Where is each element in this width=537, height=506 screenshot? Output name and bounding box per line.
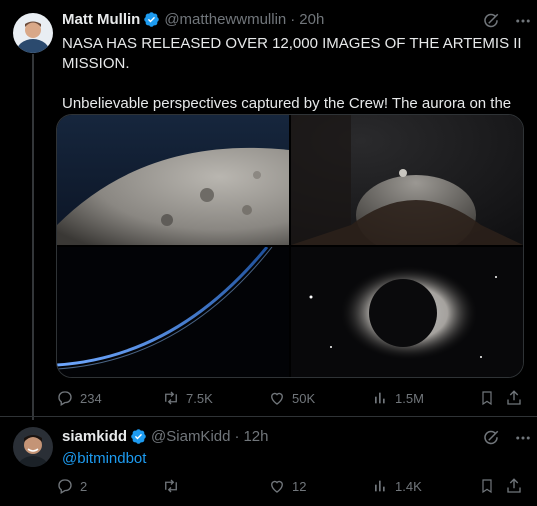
separator-dot: · (234, 428, 240, 445)
author-name[interactable]: siamkidd (62, 428, 127, 445)
reply-count: 234 (80, 390, 102, 406)
reply-button[interactable]: 234 (56, 389, 102, 407)
like-count: 12 (292, 478, 307, 494)
photo-moon-surface[interactable] (57, 115, 289, 245)
photo-earth-limb[interactable] (57, 247, 289, 377)
reply-icon (56, 477, 74, 495)
views-icon (373, 389, 389, 407)
reply-count: 2 (80, 478, 88, 494)
views-icon (373, 477, 389, 495)
share-button[interactable] (505, 477, 523, 495)
like-button[interactable]: 12 (268, 477, 306, 495)
author-handle[interactable]: @matthewwmullin (164, 11, 286, 28)
timestamp[interactable]: 12h (243, 428, 268, 445)
repost-button[interactable]: 7.5K (162, 389, 213, 407)
bookmark-icon (479, 477, 495, 495)
views-count: 1.5M (395, 390, 424, 406)
bookmark-button[interactable] (479, 477, 495, 495)
more-icon[interactable] (514, 12, 532, 30)
repost-count: 7.5K (186, 390, 213, 406)
share-button[interactable] (505, 389, 523, 407)
tweet1-text-line1: NASA HAS RELEASED OVER 12,000 IMAGES OF … (62, 35, 522, 72)
share-icon (505, 389, 523, 407)
like-button[interactable]: 50K (268, 389, 315, 407)
author-handle[interactable]: @SiamKidd (151, 428, 230, 445)
repost-button[interactable] (162, 477, 186, 495)
grok-icon[interactable] (482, 12, 500, 30)
repost-icon (162, 477, 180, 495)
repost-icon (162, 389, 180, 407)
photo-eclipse[interactable] (291, 247, 523, 377)
like-icon (268, 477, 286, 495)
photo-moon-crescent[interactable] (291, 115, 523, 245)
mention-link[interactable]: @bitmindbot (62, 450, 146, 467)
author-name[interactable]: Matt Mullin (62, 11, 140, 28)
more-icon[interactable] (514, 429, 532, 447)
timestamp[interactable]: 20h (299, 11, 324, 28)
avatar-matt-mullin[interactable] (13, 13, 53, 53)
bookmark-button[interactable] (479, 389, 495, 407)
verified-icon (143, 11, 160, 28)
media-grid (56, 114, 524, 378)
tweet2-text: @bitmindbot (62, 449, 146, 469)
share-icon (505, 477, 523, 495)
tweet2-header-icons (482, 429, 532, 447)
views-button[interactable]: 1.4K (373, 477, 422, 495)
views-count: 1.4K (395, 478, 422, 494)
tweet1-header-icons (482, 12, 532, 30)
separator-dot: · (290, 11, 296, 28)
like-count: 50K (292, 390, 316, 406)
verified-icon (130, 428, 147, 445)
tweet-divider (0, 416, 537, 417)
reply-icon (56, 389, 74, 407)
thread-connector (32, 54, 34, 420)
views-button[interactable]: 1.5M (373, 389, 424, 407)
like-icon (268, 389, 286, 407)
tweet2-header: siamkidd @SiamKidd · 12h (62, 428, 269, 445)
reply-button[interactable]: 2 (56, 477, 87, 495)
grok-icon[interactable] (482, 429, 500, 447)
avatar-siamkidd[interactable] (13, 427, 53, 467)
bookmark-icon (479, 389, 495, 407)
tweet1-header: Matt Mullin @matthewwmullin · 20h (62, 11, 324, 28)
